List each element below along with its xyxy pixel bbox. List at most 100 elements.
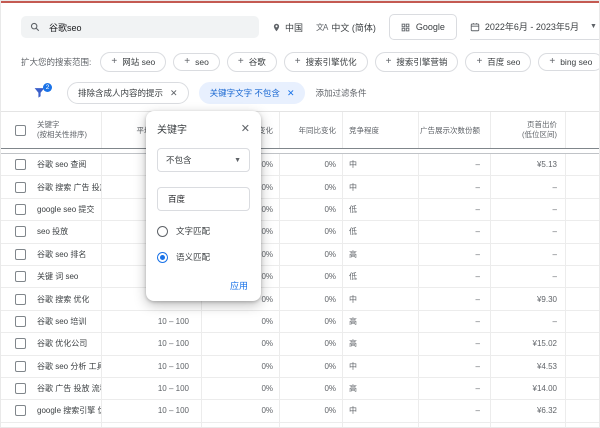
keyword-suggestion-chip[interactable]: + 搜索引擎优化 [283, 52, 368, 72]
ad-impression-share-cell: – [418, 198, 490, 221]
row-checkbox[interactable] [15, 159, 26, 171]
row-checkbox[interactable] [15, 315, 26, 327]
date-range-label: 2022年6月 - 2023年5月 [484, 22, 579, 32]
table-row[interactable]: 谷歌 优化公司 10 – 100 0% 0% 高 – ¥15.02 [1, 333, 599, 356]
table-row[interactable]: google seo 提交 0% 0% 低 – – [1, 198, 599, 222]
chevron-down-icon: ▼ [589, 23, 597, 30]
filter-chip-adult[interactable]: 排除含成人内容的提示 ✕ [67, 82, 189, 104]
header-top-of-page-bid-low[interactable]: 页首出价 (低位区间) [490, 112, 565, 148]
row-checkbox[interactable] [15, 248, 26, 260]
condition-value: 不包含 [166, 155, 192, 165]
competition-cell: 高 [342, 243, 418, 265]
row-checkbox[interactable] [15, 181, 26, 193]
row-checkbox[interactable] [15, 293, 26, 305]
plus-icon: + [476, 56, 483, 67]
close-icon[interactable]: ✕ [287, 88, 295, 99]
keyword-cell: 谷歌 seo 排名 [37, 249, 87, 259]
table-row[interactable]: 谷歌 seo 分析 工具 10 – 100 0% 0% 中 – ¥4.53 [1, 355, 599, 378]
option-semantic-match[interactable]: 语义匹配 [157, 251, 250, 263]
ad-impression-share-cell: – [418, 288, 490, 310]
yoy-change-cell: 0% [279, 288, 342, 310]
table-row[interactable]: 谷歌 搜索 广告 投放.. 0% 0% 中 – – [1, 176, 599, 199]
table-row[interactable]: 谷歌 搜索 引擎 优化.. 10 – 100 0% 0% 中 – – [1, 422, 599, 427]
plus-icon: + [237, 56, 244, 67]
yoy-change-cell: 0% [279, 355, 342, 377]
keyword-suggestion-chip[interactable]: + 百度 seo [465, 52, 532, 72]
option-text-match[interactable]: 文字匹配 [157, 225, 250, 237]
language-label: 中文 (简体) [331, 22, 376, 33]
top-of-page-bid-cell: ¥15.02 [490, 333, 565, 355]
row-checkbox[interactable] [15, 383, 26, 395]
keyword-suggestion-chip[interactable]: + bing seo [538, 53, 599, 71]
select-all-checkbox[interactable] [15, 124, 26, 136]
suggestion-chip-label: 搜索引擎营销 [396, 57, 448, 67]
table-body: 谷歌 seo 查阅 0% 0% 中 – ¥5.13 谷歌 搜索 广告 投放.. [1, 154, 599, 427]
condition-dropdown[interactable]: 不包含 ▼ [157, 148, 250, 172]
table-row[interactable]: 谷歌 广告 投放 流程 10 – 100 0% 0% 高 – ¥14.00 [1, 377, 599, 401]
ad-impression-share-cell: – [418, 310, 490, 333]
competition-cell: 高 [342, 333, 418, 355]
add-filter-button[interactable]: 添加过滤条件 [315, 87, 366, 99]
keyword-suggestion-chip[interactable]: + 搜索引擎营销 [374, 52, 459, 72]
language-selector[interactable]: 文A 中文 (简体) [316, 21, 376, 34]
filter-button[interactable]: 2 [33, 82, 52, 101]
search-icon [30, 22, 40, 32]
keyword-suggestion-chip[interactable]: + 谷歌 [226, 52, 277, 72]
location-selector[interactable]: 中国 [272, 21, 303, 34]
table-row[interactable]: 谷歌 搜索 优化 0% 0% 中 – ¥9.30 [1, 288, 599, 311]
table-row[interactable]: 谷歌 seo 查阅 0% 0% 中 – ¥5.13 [1, 154, 599, 177]
network-selector[interactable]: Google [388, 14, 457, 40]
top-of-page-bid-cell: – [490, 243, 565, 265]
date-range-selector[interactable]: 2022年6月 - 2023年5月 ▼ [469, 14, 599, 40]
overflow-cell [565, 198, 599, 221]
network-label: Google [415, 22, 445, 32]
filter-value-input[interactable] [166, 193, 241, 205]
plus-icon: + [294, 56, 301, 67]
header-ad-impression-share[interactable]: 广告展示次数份额 [418, 112, 490, 148]
three-month-change-cell: 0% [201, 333, 279, 355]
top-of-page-bid-cell: – [490, 310, 565, 333]
table-row[interactable]: 谷歌 seo 培训 10 – 100 0% 0% 高 – – [1, 310, 599, 334]
table-row[interactable]: 关键 词 seo 0% 0% 低 – – [1, 265, 599, 289]
row-checkbox[interactable] [15, 360, 26, 372]
filter-chip-keyword-text[interactable]: 关键字文字 不包含 ✕ [198, 82, 306, 104]
table-row[interactable]: google 搜索引擎 优.. 10 – 100 0% 0% 中 – ¥6.32 [1, 400, 599, 423]
keyword-cell: 谷歌 seo 培训 [37, 316, 87, 326]
row-checkbox[interactable] [15, 405, 26, 417]
yoy-change-cell: 0% [279, 243, 342, 265]
table-row[interactable]: seo 投放 0% 0% 低 – – [1, 221, 599, 244]
yoy-change-cell: 0% [279, 377, 342, 400]
row-checkbox[interactable] [15, 271, 26, 283]
radio-off-icon[interactable] [157, 225, 168, 237]
keyword-suggestion-chip[interactable]: + seo [173, 53, 220, 71]
row-checkbox[interactable] [15, 226, 26, 238]
keyword-cell: 谷歌 seo 分析 工具 [37, 361, 101, 371]
overflow-cell [565, 377, 599, 400]
filter-chip-label: 关键字文字 不包含 [209, 88, 280, 98]
overflow-cell [565, 176, 599, 198]
apply-button[interactable]: 应用 [230, 279, 248, 292]
header-yoy-change[interactable]: 年同比变化 [279, 112, 342, 148]
three-month-change-cell: 0% [201, 377, 279, 400]
row-checkbox[interactable] [15, 203, 26, 215]
search-input[interactable] [47, 21, 250, 33]
row-checkbox[interactable] [15, 338, 26, 350]
close-icon[interactable]: ✕ [170, 88, 178, 99]
header-keyword: 关键字 (按相关性排序) [1, 112, 101, 148]
dialog-close-icon[interactable]: ✕ [241, 122, 250, 135]
competition-cell: 高 [342, 310, 418, 333]
radio-on-icon[interactable] [157, 251, 168, 263]
table-row[interactable]: 谷歌 seo 排名 0% 0% 高 – – [1, 243, 599, 266]
overflow-cell [565, 422, 599, 427]
keyword-suggestion-chip[interactable]: + 网站 seo [100, 52, 167, 72]
keyword-search-box[interactable] [21, 16, 259, 38]
plus-icon: + [549, 56, 556, 67]
header-competition[interactable]: 竞争程度 [342, 112, 418, 148]
dialog-title: 关键字 [157, 125, 187, 136]
yoy-change-cell: 0% [279, 265, 342, 288]
overflow-cell [565, 221, 599, 243]
top-of-page-bid-cell: ¥6.32 [490, 400, 565, 422]
keyword-cell: google seo 提交 [37, 204, 95, 214]
competition-cell: 低 [342, 265, 418, 288]
three-month-change-cell: 0% [201, 310, 279, 333]
